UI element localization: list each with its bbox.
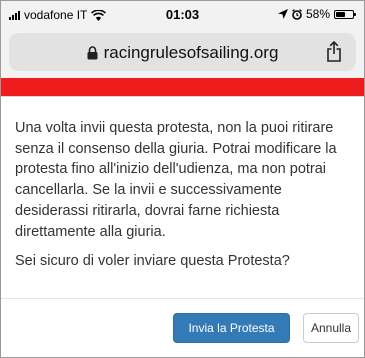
confirm-dialog-footer: Invia la Protesta Annulla (1, 299, 364, 357)
url-display[interactable]: racingrulesofsailing.org (9, 43, 356, 63)
cancel-button[interactable]: Annulla (303, 313, 359, 343)
status-bar: vodafone IT 01:03 58% (1, 1, 364, 28)
confirm-dialog-body: Una volta invii questa protesta, non la … (1, 96, 364, 299)
url-text: racingrulesofsailing.org (103, 43, 279, 62)
dialog-question: Sei sicuro di voler inviare questa Prote… (15, 253, 290, 269)
battery-level (336, 11, 346, 17)
submit-protest-button[interactable]: Invia la Protesta (173, 313, 290, 343)
battery-percent: 58% (305, 7, 330, 21)
battery-icon (334, 9, 356, 19)
screen: vodafone IT 01:03 58% racingrulesofsaili… (0, 0, 365, 358)
share-icon[interactable] (326, 41, 342, 62)
address-bar[interactable]: racingrulesofsailing.org (9, 33, 356, 71)
browser-chrome: vodafone IT 01:03 58% racingrulesofsaili… (1, 1, 364, 78)
location-icon (277, 9, 288, 19)
lock-icon (87, 46, 98, 60)
dialog-message: Una volta invii questa protesta, non la … (15, 120, 337, 240)
page-header-banner (1, 78, 364, 96)
status-right: 58% (277, 7, 356, 21)
alarm-icon (292, 8, 302, 20)
